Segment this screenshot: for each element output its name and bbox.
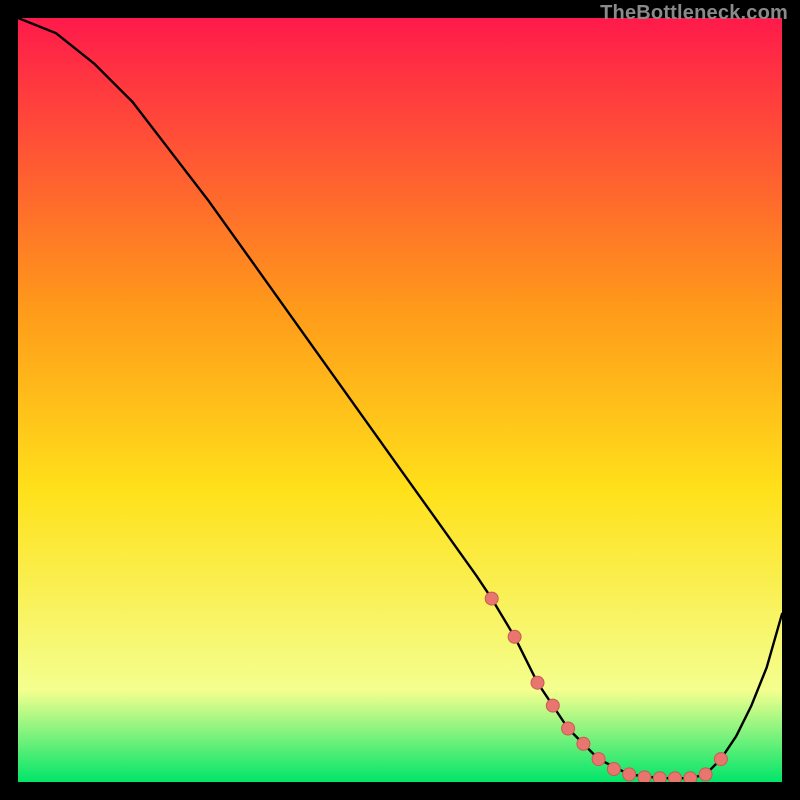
marker-dot	[699, 768, 712, 781]
marker-dot	[546, 699, 559, 712]
marker-dot	[669, 772, 682, 782]
marker-dot	[592, 753, 605, 766]
marker-dot	[562, 722, 575, 735]
marker-dot	[508, 630, 521, 643]
plot-area	[18, 18, 782, 782]
marker-dot	[638, 771, 651, 782]
chart-frame: TheBottleneck.com	[0, 0, 800, 800]
marker-dot	[623, 768, 636, 781]
marker-dot	[577, 737, 590, 750]
gradient-bg	[18, 18, 782, 782]
marker-dot	[607, 763, 620, 776]
attribution-text: TheBottleneck.com	[600, 2, 788, 25]
marker-dot	[485, 592, 498, 605]
marker-dot	[684, 772, 697, 782]
marker-dot	[653, 772, 666, 782]
marker-dot	[714, 753, 727, 766]
marker-dot	[531, 676, 544, 689]
chart-svg	[18, 18, 782, 782]
